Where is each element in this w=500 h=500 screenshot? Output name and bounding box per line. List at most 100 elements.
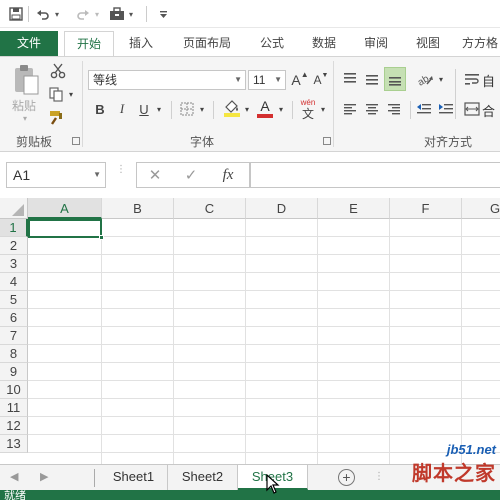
column-header-f[interactable]: F	[390, 198, 462, 219]
row-header-5[interactable]: 5	[0, 291, 28, 309]
font-name-combo[interactable]: 等线 ▼	[88, 70, 246, 90]
align-middle-icon[interactable]	[362, 69, 382, 89]
undo-icon[interactable]	[34, 4, 52, 24]
name-box[interactable]: A1 ▼	[6, 162, 106, 188]
row-header-4[interactable]: 4	[0, 273, 28, 291]
fill-handle[interactable]	[99, 235, 104, 240]
previous-sheet-icon[interactable]: ◀	[10, 470, 18, 483]
font-size-dropdown-icon[interactable]: ▼	[274, 71, 282, 89]
gridline	[28, 380, 500, 381]
group-label-clipboard: 剪贴板	[16, 135, 53, 149]
next-sheet-icon[interactable]: ▶	[40, 470, 48, 483]
tab-data[interactable]: 数据	[304, 31, 344, 56]
row-header-13[interactable]: 13	[0, 435, 28, 453]
italic-button[interactable]: I	[114, 99, 130, 119]
align-bottom-icon[interactable]	[384, 67, 406, 91]
sheet-tab-sheet1[interactable]: Sheet1	[100, 465, 168, 490]
borders-dropdown-icon[interactable]: ▾	[197, 103, 207, 115]
gridline	[461, 219, 462, 464]
copy-icon[interactable]	[46, 84, 66, 104]
select-all-corner[interactable]	[0, 198, 28, 219]
gridline	[389, 219, 390, 464]
name-box-dropdown-icon[interactable]: ▼	[93, 163, 101, 187]
align-top-icon[interactable]	[340, 69, 360, 89]
bold-button[interactable]: B	[92, 99, 108, 119]
phonetic-dropdown-icon[interactable]: ▾	[318, 103, 328, 115]
row-header-2[interactable]: 2	[0, 237, 28, 255]
row-header-7[interactable]: 7	[0, 327, 28, 345]
column-header-b[interactable]: B	[102, 198, 174, 219]
row-header-11[interactable]: 11	[0, 399, 28, 417]
toolbox-icon[interactable]	[108, 4, 126, 24]
formula-input[interactable]	[250, 162, 500, 188]
underline-dropdown-icon[interactable]: ▾	[154, 103, 164, 115]
save-icon[interactable]	[6, 4, 26, 24]
column-header-a[interactable]: A	[28, 198, 102, 219]
tab-more[interactable]: 方方格	[462, 31, 500, 56]
insert-function-button[interactable]: fx	[216, 162, 240, 188]
sheet-tab-splitter-icon[interactable]: ⋮	[374, 471, 384, 482]
column-header-c[interactable]: C	[174, 198, 246, 219]
row-header-10[interactable]: 10	[0, 381, 28, 399]
tab-home[interactable]: 开始	[64, 31, 114, 56]
increase-indent-icon[interactable]	[436, 99, 456, 119]
column-header-d[interactable]: D	[246, 198, 318, 219]
column-header-g[interactable]: G	[462, 198, 500, 219]
row-header-6[interactable]: 6	[0, 309, 28, 327]
paste-label[interactable]: 粘贴	[12, 97, 36, 114]
align-left-icon[interactable]	[340, 99, 360, 119]
tab-page-layout[interactable]: 页面布局	[176, 31, 238, 56]
orientation-icon[interactable]: ab	[414, 69, 436, 89]
font-color-button[interactable]: A	[256, 97, 274, 119]
orientation-dropdown-icon[interactable]: ▾	[436, 73, 446, 85]
tab-review[interactable]: 审阅	[356, 31, 396, 56]
sheet-tab-sheet2[interactable]: Sheet2	[168, 465, 238, 490]
wrap-text-label[interactable]: 自	[482, 71, 495, 90]
align-right-icon[interactable]	[384, 99, 404, 119]
column-header-e[interactable]: E	[318, 198, 390, 219]
tab-file[interactable]: 文件	[0, 31, 58, 56]
font-name-dropdown-icon[interactable]: ▼	[234, 71, 242, 89]
tab-view[interactable]: 视图	[408, 31, 448, 56]
wrap-text-icon[interactable]	[462, 69, 482, 89]
fill-color-icon[interactable]	[222, 97, 242, 119]
decrease-indent-icon[interactable]	[414, 99, 434, 119]
phonetic-guide-button[interactable]: wén 文	[298, 97, 318, 121]
enter-icon[interactable]: ✓	[180, 162, 202, 188]
copy-dropdown-icon[interactable]: ▾	[66, 88, 76, 100]
merge-center-label[interactable]: 合	[482, 101, 495, 120]
format-painter-icon[interactable]	[46, 107, 68, 127]
tab-formulas[interactable]: 公式	[252, 31, 292, 56]
merge-center-icon[interactable]	[462, 99, 482, 119]
fill-color-dropdown-icon[interactable]: ▾	[242, 103, 252, 115]
paste-dropdown-icon[interactable]: ▾	[10, 113, 40, 123]
row-header-8[interactable]: 8	[0, 345, 28, 363]
font-size-combo[interactable]: 11 ▼	[248, 70, 286, 90]
group-divider	[82, 61, 83, 147]
shrink-font-button[interactable]: A ▼	[312, 71, 330, 89]
grow-font-button[interactable]: A ▲	[291, 70, 308, 89]
font-launcher-icon[interactable]	[323, 137, 331, 145]
gridline	[317, 219, 318, 464]
cancel-icon[interactable]: ✕	[144, 162, 166, 188]
underline-button[interactable]: U	[136, 99, 152, 119]
row-header-9[interactable]: 9	[0, 363, 28, 381]
add-sheet-button[interactable]: +	[338, 469, 355, 486]
redo-icon[interactable]	[74, 4, 92, 24]
active-cell-a1[interactable]	[28, 219, 104, 240]
formula-bar-grip-icon[interactable]: ⋮	[116, 165, 126, 182]
paste-icon[interactable]	[10, 63, 42, 97]
undo-dropdown-icon[interactable]: ▾	[52, 4, 62, 24]
align-center-icon[interactable]	[362, 99, 382, 119]
row-header-1[interactable]: 1	[0, 219, 28, 237]
customize-toolbar-icon[interactable]	[156, 4, 170, 24]
row-header-12[interactable]: 12	[0, 417, 28, 435]
row-header-3[interactable]: 3	[0, 255, 28, 273]
font-color-dropdown-icon[interactable]: ▾	[276, 103, 286, 115]
cut-icon[interactable]	[48, 61, 68, 81]
borders-icon[interactable]	[178, 99, 196, 119]
redo-dropdown-icon[interactable]: ▾	[92, 4, 102, 24]
toolbox-dropdown-icon[interactable]: ▾	[126, 4, 136, 24]
clipboard-launcher-icon[interactable]	[72, 137, 80, 145]
tab-insert[interactable]: 插入	[120, 31, 162, 56]
